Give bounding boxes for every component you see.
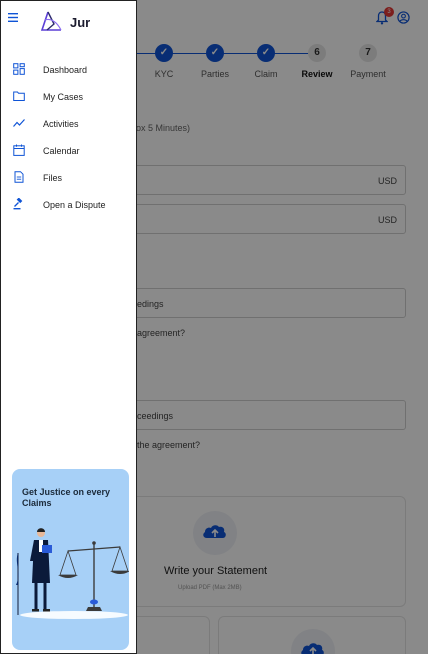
activity-trend-icon xyxy=(13,119,25,127)
sidebar-item-label: Files xyxy=(43,173,63,183)
sidebar-item-label: Calendar xyxy=(43,146,80,156)
gavel-icon xyxy=(13,198,23,210)
sidebar-item-label: My Cases xyxy=(43,92,84,102)
dashboard-icon xyxy=(13,63,25,75)
sidebar-item-label: Activities xyxy=(43,119,79,129)
sidebar-item-activities[interactable]: Activities xyxy=(1,113,136,135)
sidebar-item-my-cases[interactable]: My Cases xyxy=(1,86,136,108)
promo-card: Get Justice on every Claims xyxy=(12,469,129,650)
folder-icon xyxy=(13,91,25,101)
sidebar-item-calendar[interactable]: Calendar xyxy=(1,140,136,162)
calendar-icon xyxy=(13,144,25,156)
sidebar-item-open-dispute[interactable]: Open a Dispute xyxy=(1,194,136,216)
hamburger-menu-icon[interactable] xyxy=(8,13,18,22)
sidebar-item-label: Open a Dispute xyxy=(43,200,106,210)
sidebar-item-label: Dashboard xyxy=(43,65,88,75)
jur-logo-icon xyxy=(40,11,62,31)
side-drawer: Jur Dashboard My Cases Activities Calend… xyxy=(0,0,137,654)
brand-name: Jur xyxy=(70,15,91,30)
file-icon xyxy=(14,171,24,183)
promo-text: Get Justice on every Claims xyxy=(22,487,111,508)
sidebar-item-dashboard[interactable]: Dashboard xyxy=(1,59,136,81)
justice-illustration xyxy=(16,528,129,619)
sidebar-item-files[interactable]: Files xyxy=(1,167,136,189)
